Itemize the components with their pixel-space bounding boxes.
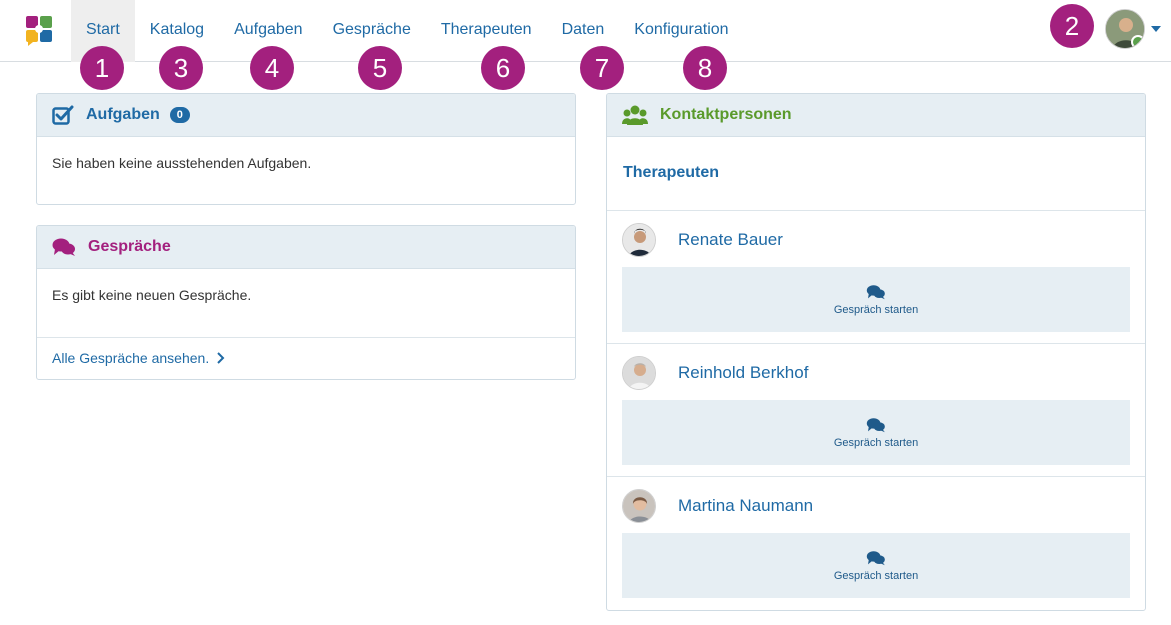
- marker-3: 3: [159, 46, 203, 90]
- all-conversations-link[interactable]: Alle Gespräche ansehen.: [37, 337, 575, 378]
- contact-item: Reinhold Berkhof Gespräch starten: [607, 344, 1145, 477]
- marker-1: 1: [80, 46, 124, 90]
- chat-icon: [866, 417, 885, 432]
- tasks-panel-header: Aufgaben 0: [37, 94, 575, 137]
- start-conversation-label: Gespräch starten: [833, 569, 919, 582]
- person-photo-icon: [623, 224, 655, 256]
- avatar[interactable]: [622, 223, 656, 257]
- user-avatar[interactable]: [1105, 9, 1145, 49]
- conversations-panel-header: Gespräche: [37, 226, 575, 269]
- all-conversations-link-label: Alle Gespräche ansehen.: [52, 350, 210, 366]
- start-conversation-label: Gespräch starten: [833, 436, 919, 449]
- person-photo-icon: [623, 357, 655, 389]
- tasks-title[interactable]: Aufgaben: [86, 106, 160, 124]
- chat-bubbles-icon: [52, 238, 75, 256]
- checkbox-icon: [52, 105, 74, 125]
- app-logo-icon[interactable]: [24, 14, 54, 46]
- conversations-title[interactable]: Gespräche: [88, 238, 171, 256]
- contact-name[interactable]: Reinhold Berkhof: [678, 363, 808, 383]
- contact-name[interactable]: Renate Bauer: [678, 230, 783, 250]
- contact-item: Martina Naumann Gespräch starten: [607, 477, 1145, 609]
- users-icon: [622, 105, 648, 125]
- marker-8: 8: [683, 46, 727, 90]
- contact-name[interactable]: Martina Naumann: [678, 496, 813, 516]
- chat-icon: [866, 550, 885, 565]
- marker-7: 7: [580, 46, 624, 90]
- avatar[interactable]: [622, 356, 656, 390]
- start-conversation-button[interactable]: Gespräch starten: [622, 267, 1130, 332]
- contacts-panel-header: Kontaktpersonen: [607, 94, 1145, 137]
- person-photo-icon: [623, 490, 655, 522]
- avatar[interactable]: [622, 489, 656, 523]
- tasks-panel: Aufgaben 0 Sie haben keine ausstehenden …: [36, 93, 576, 205]
- start-conversation-label: Gespräch starten: [833, 303, 919, 316]
- chevron-down-icon[interactable]: [1151, 26, 1161, 32]
- marker-4: 4: [250, 46, 294, 90]
- conversations-panel: Gespräche Es gibt keine neuen Gespräche.…: [36, 225, 576, 380]
- start-conversation-button[interactable]: Gespräch starten: [622, 533, 1130, 598]
- status-indicator: [1131, 35, 1144, 48]
- nav-konfiguration[interactable]: Konfiguration: [619, 0, 743, 62]
- contacts-section-title: Therapeuten: [607, 137, 1145, 211]
- tasks-count-badge: 0: [169, 107, 190, 123]
- conversations-message: Es gibt keine neuen Gespräche.: [52, 287, 252, 303]
- marker-5: 5: [358, 46, 402, 90]
- chat-icon: [866, 284, 885, 299]
- tasks-message: Sie haben keine ausstehenden Aufgaben.: [52, 155, 312, 171]
- marker-6: 6: [481, 46, 525, 90]
- chevron-right-icon: [217, 352, 225, 364]
- start-conversation-button[interactable]: Gespräch starten: [622, 400, 1130, 465]
- marker-2: 2: [1050, 4, 1094, 48]
- contacts-title: Kontaktpersonen: [660, 106, 792, 123]
- profile-menu[interactable]: [1105, 9, 1161, 49]
- contact-item: Renate Bauer Gespräch starten: [607, 211, 1145, 344]
- contacts-panel: Kontaktpersonen Therapeuten Renate Bauer: [606, 93, 1146, 611]
